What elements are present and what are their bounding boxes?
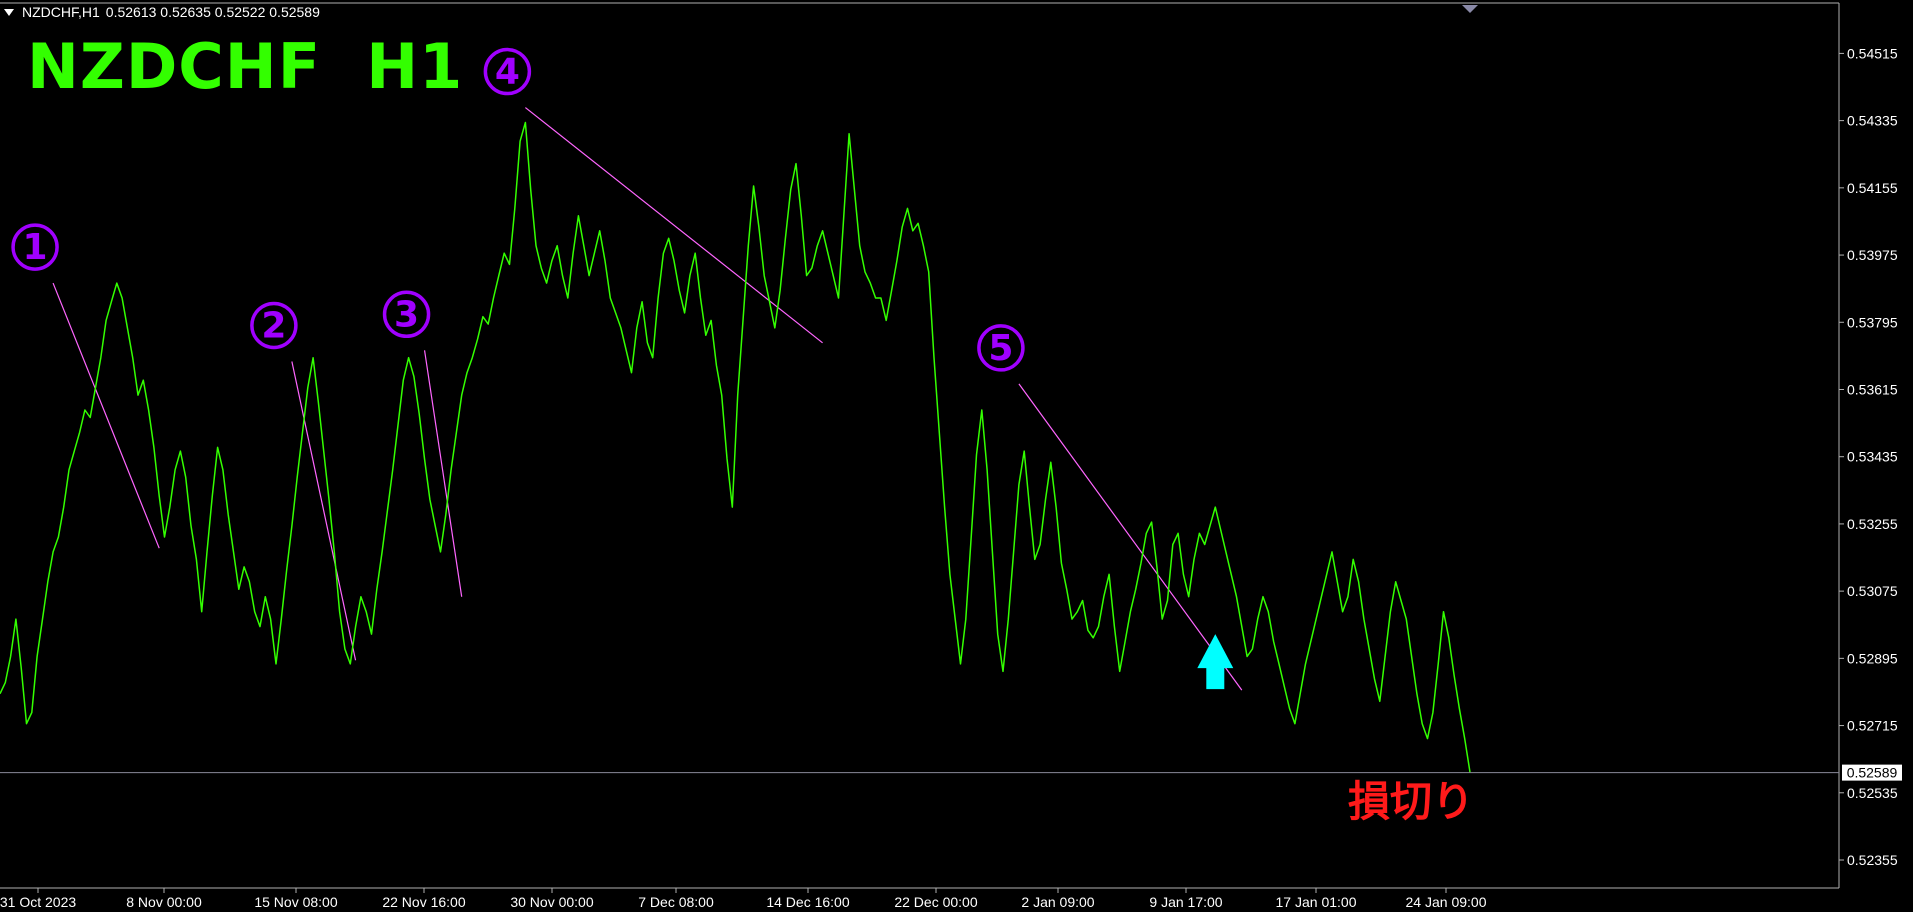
symbol-info-bar[interactable]: NZDCHF,H1 0.52613 0.52635 0.52522 0.5258…	[4, 4, 320, 20]
stop-loss-label: 損切り	[1348, 777, 1475, 826]
price-tick-label: 0.53975	[1847, 247, 1898, 263]
time-tick-label: 31 Oct 2023	[0, 894, 76, 910]
time-tick-label: 14 Dec 16:00	[766, 894, 849, 910]
time-tick-label: 22 Dec 00:00	[894, 894, 977, 910]
wave-label-number: 2	[261, 305, 286, 346]
price-tick-label: 0.53795	[1847, 314, 1898, 330]
symbol-timeframe: NZDCHF,H1	[22, 4, 100, 20]
wave-label-number: 1	[23, 227, 48, 268]
price-tick-label: 0.53075	[1847, 583, 1898, 599]
price-tick-label: 0.54335	[1847, 113, 1898, 129]
price-tick-label: 0.54515	[1847, 45, 1898, 61]
time-tick-label: 8 Nov 00:00	[126, 894, 202, 910]
price-chart[interactable]: 0.54515 0.54335 0.54155 0.53975 0.53795 0.536…	[0, 0, 1913, 912]
price-tick-label: 0.53255	[1847, 516, 1898, 532]
time-tick-label: 22 Nov 16:00	[382, 894, 465, 910]
price-tick-label: 0.53615	[1847, 381, 1898, 397]
caret-down-icon[interactable]	[4, 8, 14, 16]
price-tick-label: 0.52355	[1847, 852, 1898, 868]
time-tick-label: 17 Jan 01:00	[1276, 894, 1357, 910]
time-tick-label: 9 Jan 17:00	[1149, 894, 1222, 910]
time-tick-label: 2 Jan 09:00	[1021, 894, 1094, 910]
price-tick-label: 0.52895	[1847, 650, 1898, 666]
price-tick-label: 0.53435	[1847, 449, 1898, 465]
wave-label-number: 3	[394, 294, 419, 335]
price-tick-label: 0.52535	[1847, 785, 1898, 801]
ohlc-values: 0.52613 0.52635 0.52522 0.52589	[105, 4, 320, 20]
current-price-label: 0.52589	[1842, 764, 1902, 781]
time-tick-label: 24 Jan 09:00	[1406, 894, 1487, 910]
time-tick-label: 15 Nov 08:00	[254, 894, 337, 910]
svg-text:0.52589: 0.52589	[1847, 765, 1898, 781]
price-tick-label: 0.52715	[1847, 718, 1898, 734]
wave-label-number: 5	[988, 328, 1013, 369]
time-tick-label: 7 Dec 08:00	[638, 894, 714, 910]
chart-title: NZDCHF H1	[27, 30, 464, 103]
wave-label-number: 4	[495, 52, 520, 93]
price-tick-label: 0.54155	[1847, 180, 1898, 196]
time-tick-label: 30 Nov 00:00	[510, 894, 593, 910]
chart-background	[0, 0, 1913, 912]
